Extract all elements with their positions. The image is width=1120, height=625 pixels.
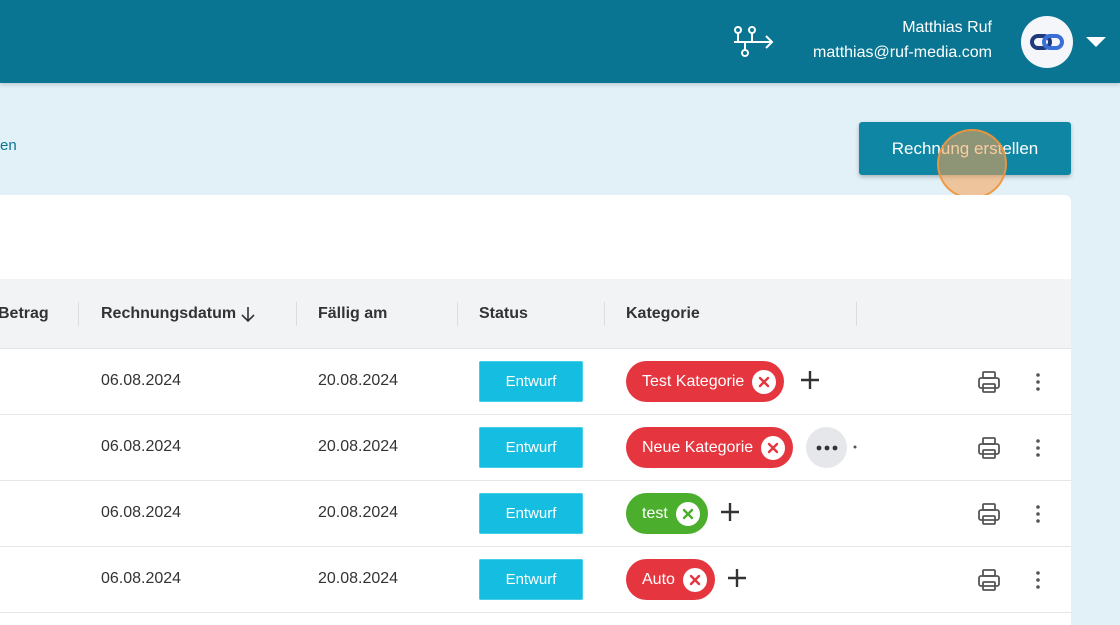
user-email: matthias@ruf-media.com — [813, 44, 992, 61]
column-separator — [78, 302, 79, 326]
category-chip-label: test — [642, 504, 668, 522]
dot-icon — [853, 445, 857, 449]
status-badge[interactable]: Entwurf — [479, 493, 583, 534]
column-header-due-date[interactable]: Fällig am — [318, 305, 387, 323]
table-row[interactable]: 06.08.2024 20.08.2024 Entwurf Test Kateg… — [0, 349, 1071, 415]
invoice-date-cell: 06.08.2024 — [101, 504, 182, 521]
category-chip-label: Auto — [642, 570, 675, 588]
more-options-icon[interactable] — [1033, 372, 1043, 392]
top-bar: Matthias Ruf matthias@ruf-media.com — [0, 0, 1120, 83]
invoice-table-card: Betrag Rechnungsdatum Fällig am Status K… — [0, 195, 1071, 625]
link-logo-icon — [1030, 34, 1064, 50]
printer-icon[interactable] — [977, 502, 1001, 526]
category-chip-label: Neue Kategorie — [642, 438, 754, 456]
more-options-icon[interactable] — [1033, 504, 1043, 524]
category-chip[interactable]: Neue Kategorie — [626, 427, 794, 468]
due-date-cell: 20.08.2024 — [318, 570, 399, 587]
breadcrumb[interactable]: en — [0, 137, 17, 154]
category-chip[interactable]: Auto — [626, 559, 715, 600]
more-categories-button[interactable] — [806, 427, 847, 468]
table-row[interactable]: 06.08.2024 20.08.2024 Entwurf Auto — [0, 547, 1071, 613]
ellipsis-icon — [816, 445, 837, 450]
column-separator — [856, 302, 857, 326]
column-header-invoice-date[interactable]: Rechnungsdatum — [101, 305, 236, 323]
remove-category-icon[interactable] — [752, 369, 777, 394]
status-badge[interactable]: Entwurf — [479, 427, 583, 468]
category-chip-label: Test Kategorie — [642, 372, 745, 390]
add-category-icon[interactable] — [719, 501, 741, 523]
workflow-arrow-icon[interactable] — [730, 22, 776, 60]
create-invoice-button[interactable]: Rechnung erstellen — [859, 122, 1071, 175]
arrow-down-icon[interactable] — [241, 306, 255, 322]
column-separator — [604, 302, 605, 326]
status-badge[interactable]: Entwurf — [479, 361, 583, 402]
due-date-cell: 20.08.2024 — [318, 372, 399, 389]
printer-icon[interactable] — [977, 568, 1001, 592]
category-chip[interactable]: Test Kategorie — [626, 361, 785, 402]
invoice-date-cell: 06.08.2024 — [101, 438, 182, 455]
account-dropdown-caret-icon[interactable] — [1086, 37, 1106, 47]
column-header-status[interactable]: Status — [479, 305, 528, 323]
column-separator — [296, 302, 297, 326]
printer-icon[interactable] — [977, 436, 1001, 460]
category-chip[interactable]: test — [626, 493, 708, 534]
table-header: Betrag Rechnungsdatum Fällig am Status K… — [0, 279, 1071, 349]
table-row[interactable]: 06.08.2024 20.08.2024 Entwurf Neue Kateg… — [0, 415, 1071, 481]
user-name: Matthias Ruf — [902, 19, 992, 36]
column-header-amount[interactable]: Betrag — [0, 305, 49, 323]
remove-category-icon[interactable] — [682, 567, 707, 592]
remove-category-icon[interactable] — [761, 435, 786, 460]
invoice-date-cell: 06.08.2024 — [101, 570, 182, 587]
column-header-category[interactable]: Kategorie — [626, 305, 700, 323]
due-date-cell: 20.08.2024 — [318, 504, 399, 521]
table-row[interactable]: 06.08.2024 20.08.2024 Entwurf test — [0, 481, 1071, 547]
status-badge[interactable]: Entwurf — [479, 559, 583, 600]
invoice-date-cell: 06.08.2024 — [101, 372, 182, 389]
add-category-icon[interactable] — [799, 369, 821, 391]
column-separator — [457, 302, 458, 326]
add-category-icon[interactable] — [726, 567, 748, 589]
more-options-icon[interactable] — [1033, 570, 1043, 590]
printer-icon[interactable] — [977, 370, 1001, 394]
avatar[interactable] — [1021, 16, 1073, 68]
more-options-icon[interactable] — [1033, 438, 1043, 458]
remove-category-icon[interactable] — [675, 501, 700, 526]
due-date-cell: 20.08.2024 — [318, 438, 399, 455]
